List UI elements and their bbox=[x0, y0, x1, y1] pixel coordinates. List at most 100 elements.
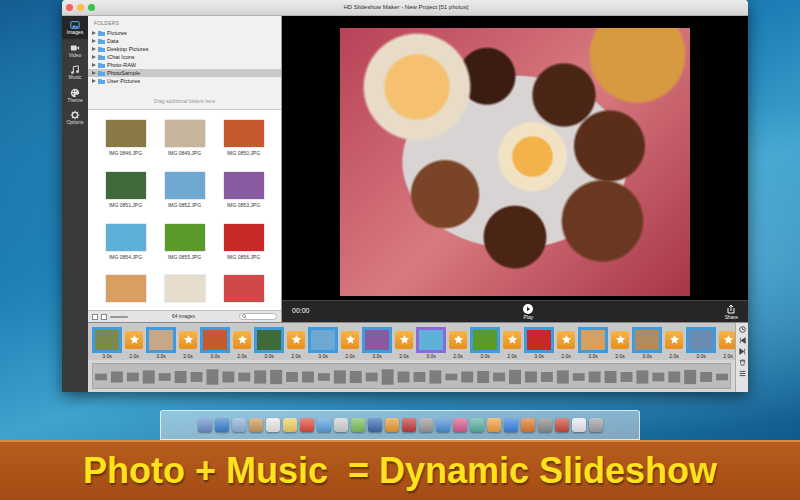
minimize-button[interactable] bbox=[77, 4, 84, 11]
dock-app-icon[interactable] bbox=[487, 418, 501, 432]
folder-row[interactable]: Pictures bbox=[88, 29, 281, 37]
photo-clip[interactable] bbox=[254, 327, 284, 353]
dock-app-icon[interactable] bbox=[589, 418, 603, 432]
thumbnail[interactable]: IMG 0849.JPG bbox=[155, 120, 214, 166]
photo-clip[interactable] bbox=[200, 327, 230, 353]
close-button[interactable] bbox=[66, 4, 73, 11]
timeline-photo[interactable]: 3.0s bbox=[146, 326, 176, 360]
play-icon[interactable] bbox=[523, 304, 533, 314]
dock-app-icon[interactable] bbox=[538, 418, 552, 432]
timeline-transition[interactable]: 2.0s bbox=[125, 326, 143, 360]
thumbnail[interactable]: IMG 0850.JPG bbox=[214, 120, 273, 166]
disclosure-triangle-icon[interactable] bbox=[92, 79, 96, 83]
disclosure-triangle-icon[interactable] bbox=[92, 47, 96, 51]
transition-clip[interactable] bbox=[341, 331, 359, 349]
search-field[interactable] bbox=[239, 313, 277, 320]
thumbnail[interactable]: IMG 0851.JPG bbox=[96, 172, 155, 218]
skip-forward-icon[interactable] bbox=[739, 348, 746, 355]
dock-app-icon[interactable] bbox=[470, 418, 484, 432]
photo-clip[interactable] bbox=[362, 327, 392, 353]
skip-back-icon[interactable] bbox=[739, 337, 746, 344]
timeline-photo[interactable]: 3.0s bbox=[632, 326, 662, 360]
dock-app-icon[interactable] bbox=[334, 418, 348, 432]
thumbnail[interactable]: IMG 0852.JPG bbox=[155, 172, 214, 218]
play-button[interactable]: Play bbox=[523, 304, 533, 320]
folder-row[interactable]: iChat Icons bbox=[88, 53, 281, 61]
photo-clip[interactable] bbox=[146, 327, 176, 353]
clock-icon[interactable] bbox=[739, 326, 746, 333]
photo-clip[interactable] bbox=[308, 327, 338, 353]
disclosure-triangle-icon[interactable] bbox=[92, 55, 96, 59]
zoom-button[interactable] bbox=[88, 4, 95, 11]
dock-app-icon[interactable] bbox=[232, 418, 246, 432]
disclosure-triangle-icon[interactable] bbox=[92, 63, 96, 67]
thumbnail[interactable] bbox=[155, 275, 214, 310]
timeline-photo[interactable]: 3.0s bbox=[524, 326, 554, 360]
transition-clip[interactable] bbox=[665, 331, 683, 349]
dock-app-icon[interactable] bbox=[317, 418, 331, 432]
transition-clip[interactable] bbox=[449, 331, 467, 349]
dock-app-icon[interactable] bbox=[436, 418, 450, 432]
transition-clip[interactable] bbox=[287, 331, 305, 349]
dock-app-icon[interactable] bbox=[555, 418, 569, 432]
timeline-transition[interactable]: 2.0s bbox=[449, 326, 467, 360]
transition-clip[interactable] bbox=[611, 331, 629, 349]
list-view-button[interactable] bbox=[101, 314, 107, 320]
timeline-photo[interactable]: 3.0s bbox=[308, 326, 338, 360]
timeline-photo[interactable]: 3.0s bbox=[92, 326, 122, 360]
sidebar-item[interactable]: Video bbox=[62, 39, 88, 62]
timeline-transition[interactable]: 2.0s bbox=[611, 326, 629, 360]
timeline-transition[interactable]: 2.0s bbox=[341, 326, 359, 360]
timeline-transition[interactable]: 2.0s bbox=[503, 326, 521, 360]
photo-clip[interactable] bbox=[416, 327, 446, 353]
timeline-photo[interactable]: 3.0s bbox=[470, 326, 500, 360]
timeline-photo[interactable]: 3.0s bbox=[686, 326, 716, 360]
photo-clip[interactable] bbox=[632, 327, 662, 353]
dock-app-icon[interactable] bbox=[249, 418, 263, 432]
trash-icon[interactable] bbox=[739, 359, 746, 366]
dock-app-icon[interactable] bbox=[300, 418, 314, 432]
thumbnail[interactable] bbox=[214, 275, 273, 310]
folder-row[interactable]: Desktop Pictures bbox=[88, 45, 281, 53]
disclosure-triangle-icon[interactable] bbox=[92, 31, 96, 35]
transition-clip[interactable] bbox=[503, 331, 521, 349]
dock-app-icon[interactable] bbox=[283, 418, 297, 432]
thumbnail[interactable] bbox=[96, 275, 155, 310]
dock-app-icon[interactable] bbox=[402, 418, 416, 432]
photo-clip[interactable] bbox=[578, 327, 608, 353]
timeline-photo[interactable]: 3.0s bbox=[200, 326, 230, 360]
timeline-photo[interactable]: 3.0s bbox=[254, 326, 284, 360]
timeline-transition[interactable]: 2.0s bbox=[395, 326, 413, 360]
transition-clip[interactable] bbox=[395, 331, 413, 349]
timeline-photo[interactable]: 3.0s bbox=[578, 326, 608, 360]
dock-app-icon[interactable] bbox=[351, 418, 365, 432]
dock-app-icon[interactable] bbox=[215, 418, 229, 432]
dock-app-icon[interactable] bbox=[419, 418, 433, 432]
dock-app-icon[interactable] bbox=[572, 418, 586, 432]
dock-app-icon[interactable] bbox=[504, 418, 518, 432]
audio-track[interactable] bbox=[92, 363, 731, 389]
folder-row[interactable]: PhotoSample bbox=[88, 69, 281, 77]
thumbnail[interactable]: IMG 0856.JPG bbox=[214, 224, 273, 270]
transition-clip[interactable] bbox=[557, 331, 575, 349]
timeline-photo[interactable]: 3.0s bbox=[416, 326, 446, 360]
timeline-transition[interactable]: 2.0s bbox=[179, 326, 197, 360]
thumbnail[interactable]: IMG 0853.JPG bbox=[214, 172, 273, 218]
sidebar-item[interactable]: Options bbox=[62, 106, 88, 129]
photo-clip[interactable] bbox=[92, 327, 122, 353]
dock-app-icon[interactable] bbox=[453, 418, 467, 432]
thumbnail[interactable]: IMG 0846.JPG bbox=[96, 120, 155, 166]
timeline-photo[interactable]: 3.0s bbox=[362, 326, 392, 360]
zoom-slider[interactable] bbox=[110, 316, 128, 318]
dock-app-icon[interactable] bbox=[198, 418, 212, 432]
timeline-transition[interactable]: 2.0s bbox=[665, 326, 683, 360]
share-icon[interactable] bbox=[726, 304, 736, 314]
disclosure-triangle-icon[interactable] bbox=[92, 39, 96, 43]
share-button[interactable]: Share bbox=[725, 304, 738, 320]
photo-clip[interactable] bbox=[686, 327, 716, 353]
folder-row[interactable]: User Pictures bbox=[88, 77, 281, 85]
timeline-transition[interactable]: 2.0s bbox=[287, 326, 305, 360]
folder-row[interactable]: Data bbox=[88, 37, 281, 45]
timeline-transition[interactable]: 2.0s bbox=[557, 326, 575, 360]
grid-view-button[interactable] bbox=[92, 314, 98, 320]
